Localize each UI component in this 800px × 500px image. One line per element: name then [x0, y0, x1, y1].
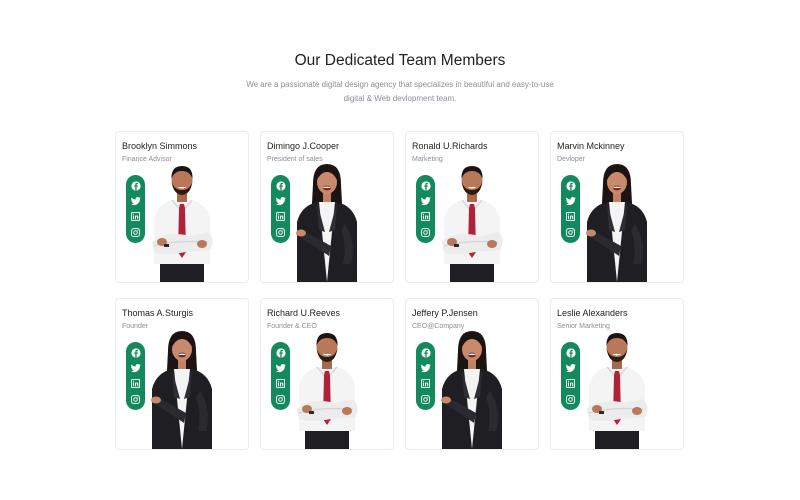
team-card: Dimingo J.Cooper President of sales [260, 131, 394, 283]
social-links [561, 175, 580, 243]
linkedin-icon[interactable] [565, 378, 576, 389]
member-name: Marvin Mckinney [557, 141, 625, 151]
team-card: Jeffery P.Jensen CEO@Company [405, 298, 539, 450]
social-links [416, 175, 435, 243]
twitter-icon[interactable] [275, 363, 286, 374]
linkedin-icon[interactable] [420, 378, 431, 389]
linkedin-icon[interactable] [420, 211, 431, 222]
facebook-icon[interactable] [420, 180, 431, 191]
section-subtitle: We are a passionate digital design agenc… [246, 80, 554, 103]
facebook-icon[interactable] [275, 347, 286, 358]
facebook-icon[interactable] [130, 347, 141, 358]
twitter-icon[interactable] [565, 196, 576, 207]
member-name: Ronald U.Richards [412, 141, 488, 151]
instagram-icon[interactable] [275, 394, 286, 405]
social-links [561, 342, 580, 410]
instagram-icon[interactable] [565, 227, 576, 238]
team-card: Thomas A.Sturgis Founder [115, 298, 249, 450]
team-card: Leslie Alexanders Senior Marketing [550, 298, 684, 450]
member-name: Dimingo J.Cooper [267, 141, 340, 151]
member-name: Brooklyn Simmons [122, 141, 198, 151]
team-member-photo [151, 331, 212, 449]
facebook-icon[interactable] [420, 347, 431, 358]
facebook-icon[interactable] [565, 180, 576, 191]
linkedin-icon[interactable] [565, 211, 576, 222]
linkedin-icon[interactable] [275, 378, 286, 389]
twitter-icon[interactable] [565, 363, 576, 374]
social-links [271, 342, 290, 410]
facebook-icon[interactable] [565, 347, 576, 358]
team-member-photo [296, 332, 359, 449]
social-links [416, 342, 435, 410]
twitter-icon[interactable] [130, 363, 141, 374]
team-member-photo [151, 165, 214, 282]
team-card: Ronald U.Richards Marketing [405, 131, 539, 283]
linkedin-icon[interactable] [130, 211, 141, 222]
social-links [126, 342, 145, 410]
facebook-icon[interactable] [130, 180, 141, 191]
linkedin-icon[interactable] [130, 378, 141, 389]
team-member-photo [586, 332, 649, 449]
team-member-photo [296, 164, 357, 282]
social-links [126, 175, 145, 243]
team-member-photo [586, 164, 647, 282]
member-name: Leslie Alexanders [557, 308, 628, 318]
member-role: Founder [122, 323, 149, 330]
instagram-icon[interactable] [130, 394, 141, 405]
instagram-icon[interactable] [420, 394, 431, 405]
twitter-icon[interactable] [420, 196, 431, 207]
member-name: Thomas A.Sturgis [122, 308, 194, 318]
team-card: Richard U.Reeves Founder & CEO [260, 298, 394, 450]
social-links [271, 175, 290, 243]
facebook-icon[interactable] [275, 180, 286, 191]
instagram-icon[interactable] [130, 227, 141, 238]
twitter-icon[interactable] [420, 363, 431, 374]
team-card: Marvin Mckinney Devloper [550, 131, 684, 283]
team-grid: Brooklyn Simmons Finance Advisor Dimingo… [115, 131, 684, 450]
instagram-icon[interactable] [275, 227, 286, 238]
instagram-icon[interactable] [420, 227, 431, 238]
member-name: Richard U.Reeves [267, 308, 341, 318]
twitter-icon[interactable] [130, 196, 141, 207]
member-name: Jeffery P.Jensen [412, 308, 478, 318]
twitter-icon[interactable] [275, 196, 286, 207]
team-card: Brooklyn Simmons Finance Advisor [115, 131, 249, 283]
instagram-icon[interactable] [565, 394, 576, 405]
linkedin-icon[interactable] [275, 211, 286, 222]
section-title: Our Dedicated Team Members [294, 52, 506, 69]
team-member-photo [441, 331, 502, 449]
team-member-photo [441, 165, 504, 282]
